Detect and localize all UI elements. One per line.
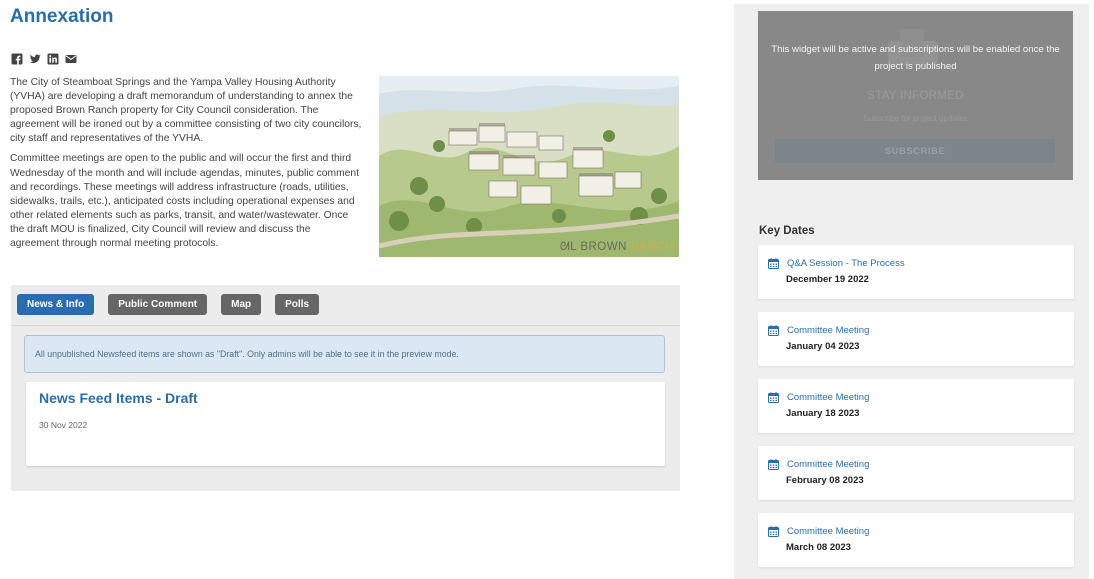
calendar-icon xyxy=(768,392,779,403)
sidebar: This widget will be active and subscript… xyxy=(734,4,1089,579)
page-title: Annexation xyxy=(10,6,114,27)
key-date-item[interactable]: Q&A Session - The Process December 19 20… xyxy=(758,245,1074,299)
facebook-icon[interactable] xyxy=(11,53,23,65)
share-bar xyxy=(11,53,77,65)
stay-informed-widget: This widget will be active and subscript… xyxy=(758,11,1073,180)
key-date-name[interactable]: Q&A Session - The Process xyxy=(787,258,905,269)
brown-ranch-logo-ranch: RANCH xyxy=(630,241,674,253)
intro-paragraph-1: The City of Steamboat Springs and the Ya… xyxy=(10,77,362,145)
news-feed-card[interactable]: News Feed Items - Draft 30 Nov 2022 xyxy=(26,382,665,466)
calendar-icon xyxy=(768,459,779,470)
key-date-name[interactable]: Committee Meeting xyxy=(787,526,869,537)
key-date-name[interactable]: Committee Meeting xyxy=(787,325,869,336)
tab-divider xyxy=(11,325,680,326)
intro-text: The City of Steamboat Springs and the Ya… xyxy=(10,76,362,257)
calendar-icon xyxy=(768,526,779,537)
key-date-name[interactable]: Committee Meeting xyxy=(787,392,869,403)
rendering-illustration xyxy=(379,85,679,257)
key-date-item[interactable]: Committee Meeting January 04 2023 xyxy=(758,312,1074,366)
linkedin-icon[interactable] xyxy=(47,53,59,65)
subscribe-subtext: Subscribe for project updates xyxy=(863,114,968,123)
key-date-item[interactable]: Committee Meeting March 08 2023 xyxy=(758,513,1074,567)
tab-bar: News & Info Public Comment Map Polls xyxy=(17,294,320,315)
draft-notice-alert: All unpublished Newsfeed items are shown… xyxy=(24,335,665,373)
project-tabs-panel: News & Info Public Comment Map Polls All… xyxy=(11,285,680,491)
calendar-icon xyxy=(768,325,779,336)
brown-ranch-logo-mark: ᘛL xyxy=(559,241,577,253)
intro-paragraph-2: Committee meetings are open to the publi… xyxy=(10,153,359,250)
key-date-item[interactable]: Committee Meeting February 08 2023 xyxy=(758,446,1074,500)
twitter-icon[interactable] xyxy=(29,53,41,65)
key-date-date: December 19 2022 xyxy=(786,274,869,285)
subscribe-button: SUBSCRIBE xyxy=(775,139,1055,163)
key-date-date: February 08 2023 xyxy=(786,475,864,486)
tab-polls[interactable]: Polls xyxy=(275,294,320,315)
key-date-item[interactable]: Committee Meeting January 18 2023 xyxy=(758,379,1074,433)
widget-inactive-message: This widget will be active and subscript… xyxy=(771,44,1060,73)
tab-map[interactable]: Map xyxy=(221,294,262,315)
news-feed-title[interactable]: News Feed Items - Draft xyxy=(39,390,198,406)
key-date-date: January 18 2023 xyxy=(786,408,860,419)
tab-news-info[interactable]: News & Info xyxy=(17,294,95,315)
key-date-name[interactable]: Committee Meeting xyxy=(787,459,869,470)
calendar-icon xyxy=(768,258,779,269)
brown-ranch-logo-brown: BROWN xyxy=(580,241,627,253)
brown-ranch-logo: ᘛL BROWN RANCH xyxy=(560,241,674,254)
key-dates-heading: Key Dates xyxy=(759,225,815,237)
draft-notice-text: All unpublished Newsfeed items are shown… xyxy=(35,349,459,359)
key-date-date: January 04 2023 xyxy=(786,341,860,352)
project-rendering-image: ᘛL BROWN RANCH xyxy=(379,76,679,257)
key-date-date: March 08 2023 xyxy=(786,542,851,553)
tab-public-comment[interactable]: Public Comment xyxy=(108,294,208,315)
email-icon[interactable] xyxy=(65,53,77,65)
news-feed-date: 30 Nov 2022 xyxy=(39,420,88,430)
stay-informed-heading: STAY INFORMED xyxy=(867,90,964,102)
